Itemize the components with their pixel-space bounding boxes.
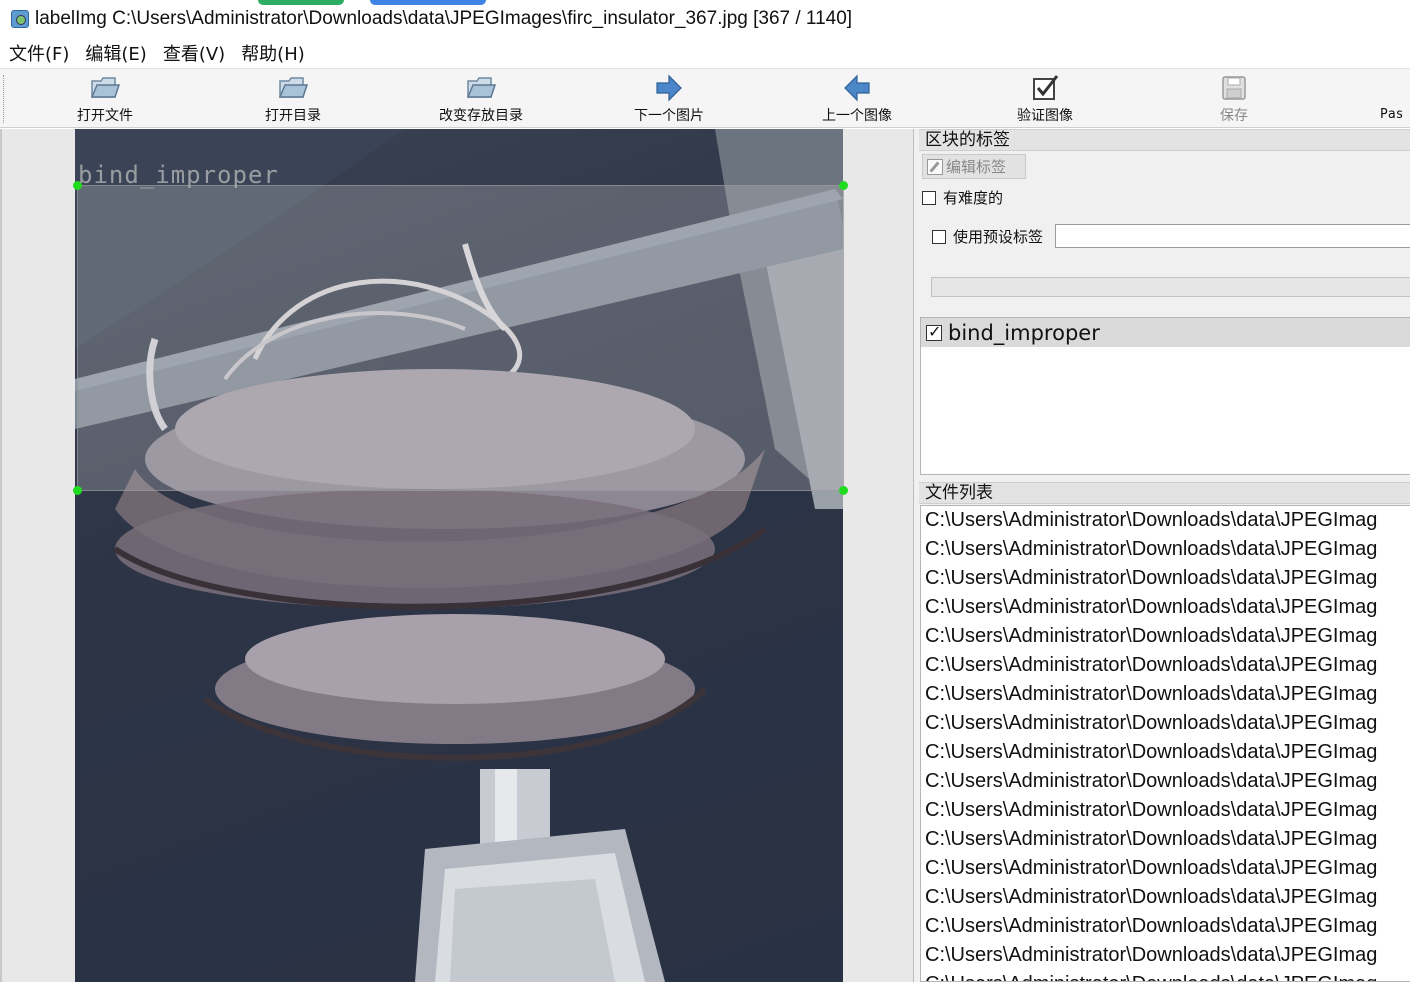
- edit-label-text: 编辑标签: [946, 158, 1007, 176]
- arrow-left-icon: [840, 71, 874, 105]
- folder-icon: [88, 71, 122, 105]
- file-list-item[interactable]: C:\Users\Administrator\Downloads\data\JP…: [925, 622, 1377, 651]
- arrow-right-icon: [652, 71, 686, 105]
- file-list-item[interactable]: C:\Users\Administrator\Downloads\data\JP…: [925, 767, 1377, 796]
- toolbar: 打开文件 打开目录 改变存放目录 下一个图片 上一个图像 验证图像 保存 Pas: [0, 68, 1410, 128]
- verify-image-button[interactable]: 验证图像: [1008, 69, 1082, 129]
- file-list-item[interactable]: C:\Users\Administrator\Downloads\data\JP…: [925, 651, 1377, 680]
- checkbox-verify-icon: [1028, 71, 1062, 105]
- edit-label-button[interactable]: 编辑标签: [922, 154, 1026, 179]
- file-list[interactable]: C:\Users\Administrator\Downloads\data\JP…: [920, 505, 1410, 982]
- title-accent-blue: [370, 0, 486, 5]
- prev-image-button[interactable]: 上一个图像: [814, 69, 900, 129]
- change-save-dir-button[interactable]: 改变存放目录: [430, 69, 532, 129]
- file-list-item[interactable]: C:\Users\Administrator\Downloads\data\JP…: [925, 738, 1377, 767]
- menu-file[interactable]: 文件(F): [9, 40, 69, 66]
- bounding-box-bind-improper[interactable]: [77, 185, 844, 491]
- open-dir-label: 打开目录: [265, 108, 321, 124]
- prev-image-label: 上一个图像: [822, 108, 892, 124]
- default-label-input[interactable]: [1055, 224, 1410, 248]
- file-list-item[interactable]: C:\Users\Administrator\Downloads\data\JP…: [925, 825, 1377, 854]
- save-disk-icon: [1217, 71, 1251, 105]
- file-list-item[interactable]: C:\Users\Administrator\Downloads\data\JP…: [925, 941, 1377, 970]
- menu-bar: 文件(F) 编辑(E) 查看(V) 帮助(H): [0, 38, 1410, 68]
- edit-pencil-icon: [927, 158, 943, 175]
- label-item-name: bind_improper: [948, 320, 1100, 345]
- use-default-label-text: 使用预设标签: [953, 228, 1044, 246]
- file-list-item[interactable]: C:\Users\Administrator\Downloads\data\JP…: [925, 564, 1377, 593]
- labels-dock-title[interactable]: 区块的标签: [919, 129, 1410, 151]
- pascal-format-label: Pas: [1380, 107, 1404, 122]
- toolbar-grip[interactable]: [3, 75, 6, 123]
- save-button[interactable]: 保存: [1206, 69, 1262, 129]
- label-list[interactable]: bind_improper: [920, 317, 1410, 475]
- difficult-label: 有难度的: [943, 189, 1004, 207]
- difficult-checkbox-row[interactable]: 有难度的: [922, 187, 1003, 208]
- menu-view[interactable]: 查看(V): [163, 40, 225, 66]
- bbox-label-text: bind_improper: [78, 161, 279, 189]
- open-file-label: 打开文件: [77, 108, 133, 124]
- format-icon: [1380, 71, 1408, 105]
- next-image-button[interactable]: 下一个图片: [626, 69, 712, 129]
- folder-icon: [464, 71, 498, 105]
- next-image-label: 下一个图片: [634, 108, 704, 124]
- menu-edit[interactable]: 编辑(E): [85, 40, 146, 66]
- right-dock-panel: 区块的标签 编辑标签 有难度的 使用预设标签 bind_improper 文件列…: [919, 129, 1410, 982]
- folder-icon: [276, 71, 310, 105]
- verify-image-label: 验证图像: [1017, 108, 1073, 124]
- open-file-button[interactable]: 打开文件: [68, 69, 142, 129]
- pascal-format-button[interactable]: Pas: [1380, 69, 1410, 129]
- file-list-item[interactable]: C:\Users\Administrator\Downloads\data\JP…: [925, 709, 1377, 738]
- canvas-area[interactable]: bind_improper: [0, 129, 913, 982]
- label-combo-box[interactable]: [931, 277, 1410, 297]
- use-default-label-checkbox[interactable]: [932, 229, 946, 244]
- app-icon: [11, 10, 29, 28]
- bbox-handle-top-right[interactable]: [839, 181, 848, 190]
- window-title: labelImg C:\Users\Administrator\Download…: [35, 8, 853, 29]
- file-list-item[interactable]: C:\Users\Administrator\Downloads\data\JP…: [925, 535, 1377, 564]
- use-default-label-row[interactable]: 使用预设标签: [932, 226, 1043, 247]
- label-visible-checkbox[interactable]: [926, 322, 942, 341]
- title-accent-green: [258, 0, 344, 5]
- file-list-item[interactable]: C:\Users\Administrator\Downloads\data\JP…: [925, 854, 1377, 883]
- file-list-item[interactable]: C:\Users\Administrator\Downloads\data\JP…: [925, 912, 1377, 941]
- label-list-item[interactable]: bind_improper: [921, 318, 1410, 347]
- menu-help[interactable]: 帮助(H): [241, 40, 305, 66]
- save-label: 保存: [1220, 108, 1248, 124]
- file-list-item[interactable]: C:\Users\Administrator\Downloads\data\JP…: [925, 680, 1377, 709]
- bbox-handle-bottom-right[interactable]: [839, 486, 848, 495]
- open-dir-button[interactable]: 打开目录: [256, 69, 330, 129]
- file-list-item[interactable]: C:\Users\Administrator\Downloads\data\JP…: [925, 883, 1377, 912]
- bbox-handle-bottom-left[interactable]: [73, 486, 82, 495]
- file-list-item[interactable]: C:\Users\Administrator\Downloads\data\JP…: [925, 796, 1377, 825]
- title-bar: labelImg C:\Users\Administrator\Download…: [0, 0, 1410, 38]
- file-list-dock-title[interactable]: 文件列表: [919, 482, 1410, 504]
- file-list-item[interactable]: C:\Users\Administrator\Downloads\data\JP…: [925, 970, 1377, 981]
- file-list-item[interactable]: C:\Users\Administrator\Downloads\data\JP…: [925, 506, 1377, 535]
- difficult-checkbox[interactable]: [922, 190, 936, 205]
- file-list-item[interactable]: C:\Users\Administrator\Downloads\data\JP…: [925, 593, 1377, 622]
- change-save-dir-label: 改变存放目录: [439, 108, 523, 124]
